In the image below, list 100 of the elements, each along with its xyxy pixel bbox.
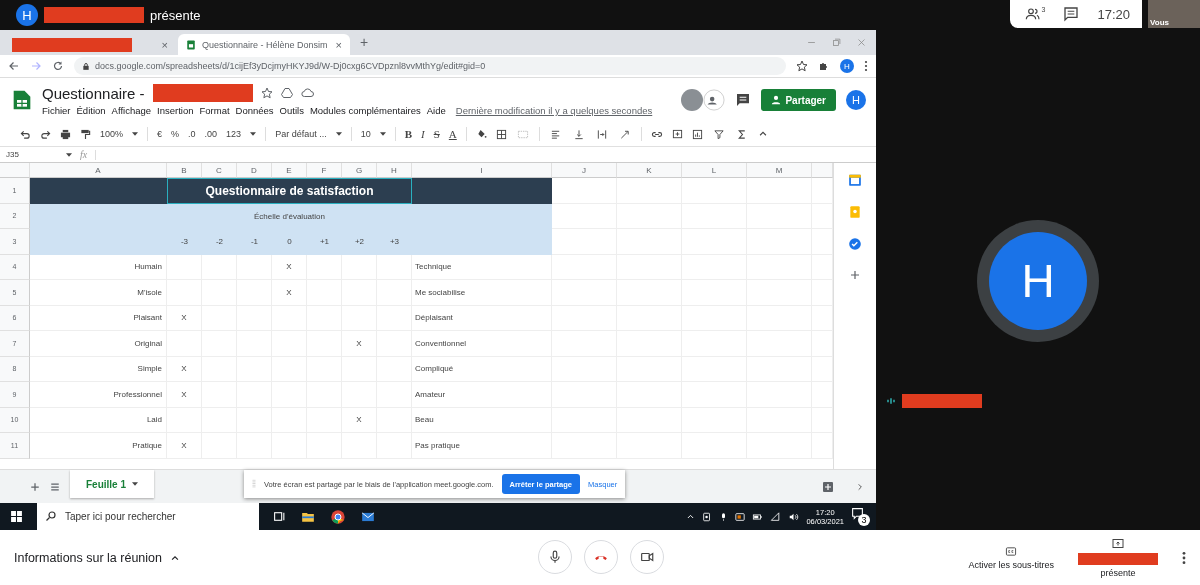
rating-cell[interactable]: X xyxy=(342,331,377,357)
dropdown-caret-icon[interactable] xyxy=(335,132,342,136)
meet-tray-icon[interactable] xyxy=(735,511,746,522)
column-header[interactable]: L xyxy=(682,163,747,178)
profile-avatar[interactable]: H xyxy=(840,59,854,73)
menu-item[interactable]: Aide xyxy=(426,105,446,116)
merge-cells-icon[interactable] xyxy=(515,128,530,140)
keep-icon[interactable] xyxy=(848,205,862,219)
empty-cell[interactable] xyxy=(552,254,617,280)
document-title[interactable]: Questionnaire - xyxy=(42,84,145,102)
rating-cell[interactable] xyxy=(307,254,342,280)
currency-format-button[interactable]: € xyxy=(157,129,163,139)
camera-tray-icon[interactable] xyxy=(702,511,713,522)
browser-tab[interactable]: × xyxy=(4,34,176,55)
filter-icon[interactable] xyxy=(711,128,726,140)
column-header[interactable]: J xyxy=(552,163,617,178)
dropdown-caret-icon[interactable] xyxy=(250,132,257,136)
reload-icon[interactable] xyxy=(52,60,64,72)
chart-icon[interactable] xyxy=(691,128,703,140)
last-edit-link[interactable]: Dernière modification il y a quelques secondes xyxy=(455,105,653,116)
decrease-decimals-button[interactable]: .0 xyxy=(188,129,196,139)
dropdown-caret-icon[interactable] xyxy=(379,132,386,136)
empty-cell[interactable] xyxy=(812,382,833,408)
rating-cell[interactable]: X xyxy=(167,305,202,331)
redo-icon[interactable] xyxy=(40,128,51,140)
text-style-button[interactable]: B xyxy=(404,128,412,140)
menu-item[interactable]: Affichage xyxy=(111,105,152,116)
forward-icon[interactable] xyxy=(30,60,42,72)
increase-decimals-button[interactable]: .00 xyxy=(204,129,218,139)
empty-cell[interactable] xyxy=(812,229,833,255)
new-tab-button[interactable]: + xyxy=(352,33,377,52)
empty-cell[interactable] xyxy=(812,305,833,331)
hang-up-button[interactable] xyxy=(584,540,618,574)
volume-icon[interactable] xyxy=(788,511,800,522)
sheet-list-icon[interactable] xyxy=(50,481,60,492)
comment-icon[interactable] xyxy=(735,92,752,108)
menu-item[interactable]: Modules complémentaires xyxy=(309,105,421,116)
undo-icon[interactable] xyxy=(20,128,31,140)
empty-cell[interactable] xyxy=(617,178,682,204)
add-sheet-icon[interactable] xyxy=(30,481,40,492)
menu-item[interactable]: Insertion xyxy=(157,105,194,116)
explore-icon[interactable] xyxy=(822,480,834,493)
rating-cell[interactable] xyxy=(202,254,237,280)
column-header[interactable]: K xyxy=(617,163,682,178)
column-header[interactable]: A xyxy=(30,163,167,178)
rating-cell[interactable] xyxy=(237,254,272,280)
calendar-icon[interactable] xyxy=(848,173,862,187)
account-avatar[interactable]: H xyxy=(846,90,866,110)
browser-tab[interactable]: Questionnaire - Hélène Donsim × xyxy=(178,34,350,55)
menu-item[interactable]: Données xyxy=(235,105,274,116)
browser-icon[interactable] xyxy=(330,508,346,525)
text-style-button[interactable]: A xyxy=(448,128,457,140)
notifications-button[interactable]: 3 xyxy=(851,507,870,526)
taskbar-search-field[interactable]: Taper ici pour rechercher xyxy=(37,503,259,530)
menu-item[interactable]: Outils xyxy=(279,105,304,116)
empty-cell[interactable] xyxy=(812,331,833,357)
tray-caret-icon[interactable] xyxy=(686,512,696,521)
rating-cell[interactable]: X xyxy=(342,407,377,433)
text-style-button[interactable]: S xyxy=(433,128,440,140)
zoom-dropdown[interactable]: 100% xyxy=(100,129,124,139)
rating-cell[interactable] xyxy=(167,254,202,280)
more-icon[interactable] xyxy=(864,60,868,72)
empty-cell[interactable] xyxy=(812,254,833,280)
empty-cell[interactable] xyxy=(812,433,833,459)
dropdown-caret-icon[interactable] xyxy=(132,132,139,136)
column-header[interactable]: D xyxy=(237,163,272,178)
rating-cell[interactable] xyxy=(342,254,377,280)
back-icon[interactable] xyxy=(8,60,20,72)
menu-item[interactable]: Format xyxy=(199,105,230,116)
rating-cell[interactable]: X xyxy=(167,356,202,382)
close-tab-button[interactable]: × xyxy=(335,38,342,51)
empty-cell[interactable] xyxy=(747,178,812,204)
camera-button[interactable] xyxy=(630,540,664,574)
cell-reference[interactable]: J35 xyxy=(6,150,58,159)
microphone-button[interactable] xyxy=(538,540,572,574)
captions-button[interactable]: Activer les sous-titres xyxy=(968,545,1054,570)
column-header[interactable]: E xyxy=(272,163,307,178)
rating-cell[interactable]: X xyxy=(167,382,202,408)
empty-cell[interactable] xyxy=(812,203,833,229)
empty-cell[interactable] xyxy=(682,178,747,204)
column-header[interactable]: G xyxy=(342,163,377,178)
empty-cell[interactable] xyxy=(812,356,833,382)
chat-icon[interactable] xyxy=(1063,6,1080,22)
paint-format-icon[interactable] xyxy=(80,128,91,140)
chevron-right-icon[interactable] xyxy=(856,481,864,492)
star-icon[interactable] xyxy=(796,60,808,72)
column-header[interactable] xyxy=(812,163,833,178)
column-header[interactable]: F xyxy=(307,163,342,178)
text-style-button[interactable]: I xyxy=(421,128,425,140)
menu-item[interactable]: Édition xyxy=(76,105,106,116)
share-button[interactable]: Partager xyxy=(761,89,836,111)
column-header[interactable]: M xyxy=(747,163,812,178)
column-header[interactable]: C xyxy=(202,163,237,178)
column-header[interactable]: B xyxy=(167,163,202,178)
empty-cell[interactable] xyxy=(812,407,833,433)
rating-cell[interactable]: X xyxy=(272,254,307,280)
rating-cell[interactable] xyxy=(377,254,412,280)
collapse-icon[interactable] xyxy=(757,129,768,139)
borders-icon[interactable] xyxy=(495,128,507,140)
cloud-icon[interactable] xyxy=(300,87,314,99)
